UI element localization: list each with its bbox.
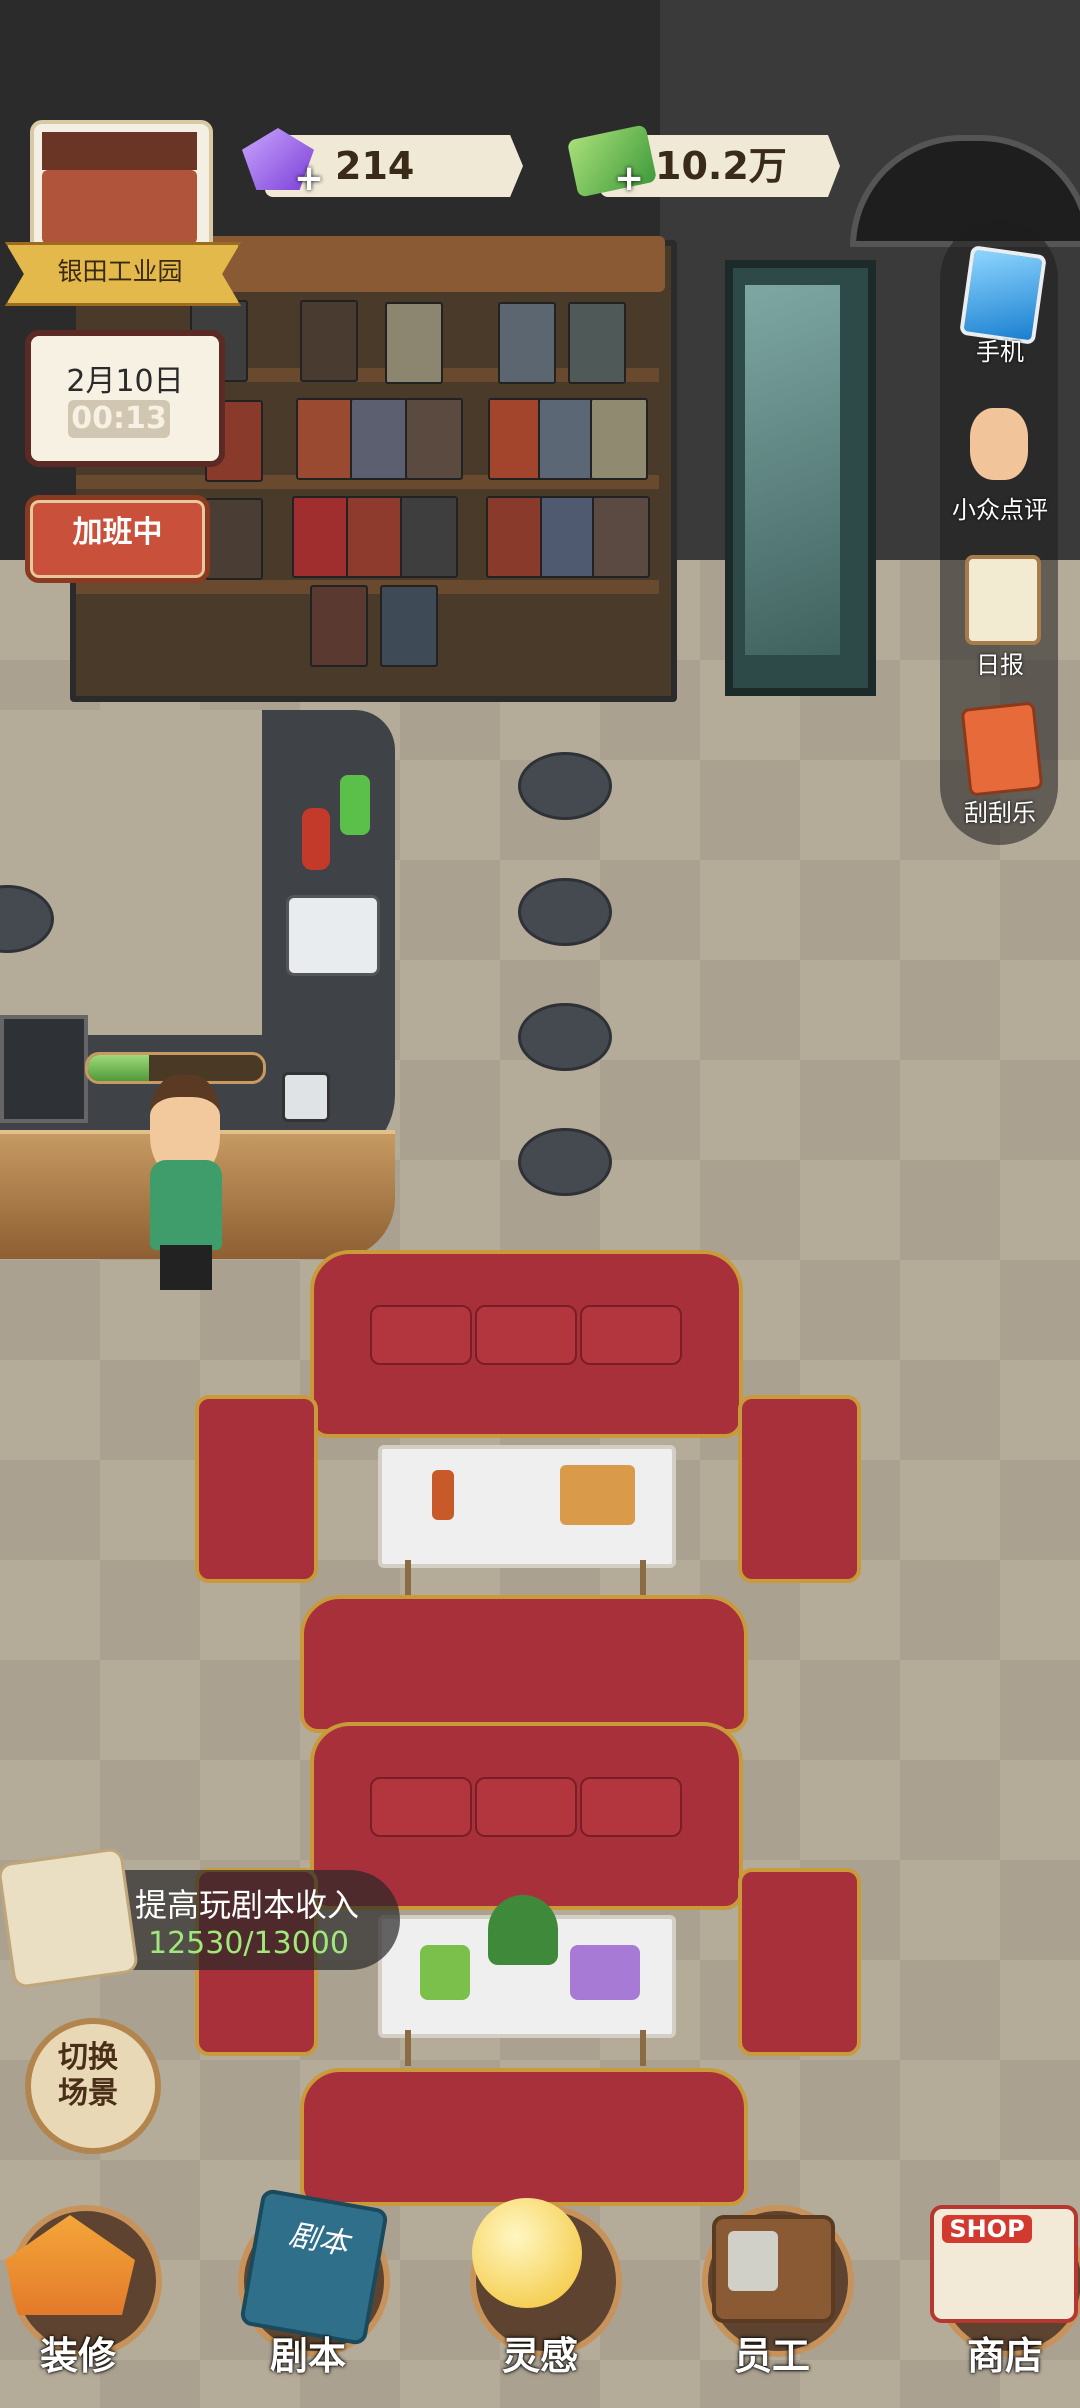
overtime-label: 加班中 [72,515,163,550]
script-box [498,302,556,384]
sofa-cushion [370,1305,472,1365]
nav-label: 装修 [39,2334,116,2378]
red-armchair[interactable] [738,1868,861,2056]
computer-monitor[interactable] [0,1015,88,1123]
sofa-cushion [580,1777,682,1837]
bar-stool[interactable] [518,1128,612,1196]
sofa-cushion [475,1305,577,1365]
building-icon [42,170,197,244]
cash-register[interactable] [286,895,380,976]
work-progress-fill [88,1055,150,1081]
script-box [405,398,463,480]
lightbulb-icon [472,2198,582,2308]
script-box [568,302,626,384]
sofa-cushion [475,1777,577,1837]
nav-label: 灵感 [501,2334,578,2378]
table-leg [405,2030,411,2066]
script-box [310,585,368,667]
table-leg [405,1560,411,1596]
script-box [400,496,458,578]
snack-jar [570,1945,640,2000]
soda-can [302,808,330,870]
table-leg [640,1560,646,1596]
card-terminal [282,1072,330,1122]
quest-progress: 12530/13000 [148,1926,349,1961]
shop-icon: SHOP [930,2205,1078,2323]
location-card[interactable] [30,120,213,258]
script-box [205,498,263,580]
script-box [385,302,443,384]
script-book-icon: 剧本 [238,2187,390,2347]
script-box [540,496,598,578]
quest-title: 提高玩剧本收入 [135,1886,360,1924]
building-roof [42,132,197,170]
clock-time: 00:13 [68,400,170,438]
phone-icon[interactable] [959,245,1047,345]
add-gems-icon[interactable]: + [294,158,324,199]
scroll-icon [0,1846,140,1990]
table-leg [640,2030,646,2066]
sauce-bottle [432,1470,454,1520]
side-menu-label: 小众点评 [952,496,1048,524]
avatar-placeholder [728,2231,778,2291]
side-menu-label: 刮刮乐 [964,799,1036,827]
script-box [380,585,438,667]
script-box [350,398,408,480]
floor-patch [0,710,262,1035]
script-box [486,496,544,578]
red-armchair[interactable] [738,1395,861,1583]
script-box [292,496,350,578]
door-glass [745,285,840,655]
sofa-cushion [580,1305,682,1365]
shop-sign: SHOP [942,2215,1032,2243]
location-name: 银田工业园 [57,257,183,286]
script-box [300,300,358,382]
add-cash-icon[interactable]: + [614,158,644,199]
book-cover-text: 剧本 [286,2217,352,2263]
script-box [296,398,354,480]
side-menu-label: 手机 [976,338,1024,366]
script-box [538,398,596,480]
drink-bottles [420,1945,470,2000]
calendar-date: 2月10日 [66,364,184,399]
clipboard-icon[interactable] [965,555,1041,645]
side-menu-label: 日报 [976,651,1024,679]
potted-plant [488,1895,558,1965]
staff-badge-icon [712,2215,835,2323]
lottery-ticket-icon[interactable] [960,701,1044,797]
script-box [346,496,404,578]
bar-stool[interactable] [518,1003,612,1071]
nav-label: 商店 [966,2334,1043,2378]
script-box [592,496,650,578]
nav-label: 员工 [733,2334,810,2378]
employee-body [150,1160,222,1250]
snack-pile [560,1465,635,1525]
coin-stack [340,775,370,835]
bar-stool[interactable] [518,878,612,946]
cash-value: 10.2万 [655,144,787,188]
switch-scene-label: 切换 场景 [58,2040,118,2111]
script-box [590,398,648,480]
sofa-cushion [370,1777,472,1837]
nav-label: 剧本 [269,2334,346,2378]
gem-value: 214 [335,144,415,188]
red-sofa[interactable] [300,1595,748,1733]
employee-legs [160,1245,212,1290]
red-sofa[interactable] [300,2068,748,2206]
red-armchair[interactable] [195,1395,318,1583]
thumbs-up-icon[interactable] [970,408,1028,480]
bar-stool[interactable] [518,752,612,820]
